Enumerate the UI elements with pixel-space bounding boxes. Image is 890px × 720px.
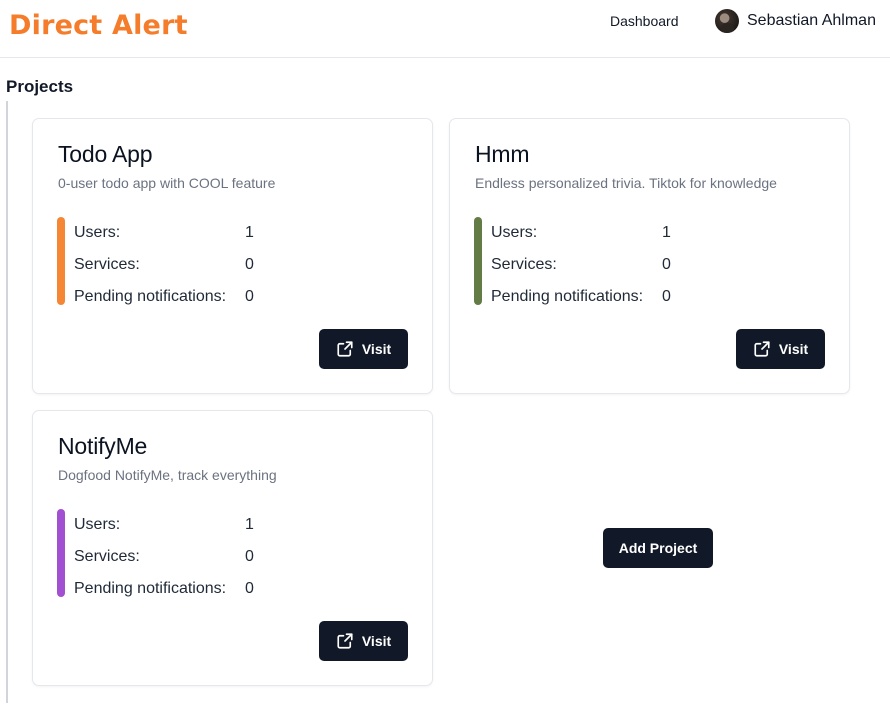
project-title: Hmm	[475, 141, 530, 167]
stat-value: 0	[662, 288, 671, 305]
project-card-todo-app: Todo App 0-user todo app with COOL featu…	[32, 118, 433, 394]
visit-label: Visit	[361, 341, 392, 357]
stat-label: Users:	[74, 224, 121, 241]
project-description: Endless personalized trivia. Tiktok for …	[475, 175, 777, 191]
project-stats: Users: 1 Services: 0 Pending notificatio…	[74, 509, 254, 605]
stat-label: Pending notifications:	[491, 288, 644, 305]
stat-label: Services:	[74, 548, 140, 565]
visit-button[interactable]: Visit	[319, 621, 408, 661]
project-title: Todo App	[58, 141, 153, 167]
stat-value: 0	[245, 288, 254, 305]
avatar[interactable]	[715, 9, 739, 33]
stat-value: 1	[245, 516, 254, 533]
add-project-button[interactable]: Add Project	[603, 528, 713, 568]
stat-row-services: Services: 0	[74, 541, 254, 573]
stat-value: 1	[662, 224, 671, 241]
project-stats: Users: 1 Services: 0 Pending notificatio…	[491, 217, 671, 313]
stat-row-services: Services: 0	[74, 249, 254, 281]
project-title: NotifyMe	[58, 433, 148, 459]
external-link-icon	[753, 340, 771, 358]
stat-value: 0	[245, 256, 254, 273]
project-accent-bar	[474, 217, 482, 305]
stat-label: Pending notifications:	[74, 288, 227, 305]
user-name: Sebastian Ahlman	[747, 12, 876, 29]
stat-value: 0	[662, 256, 671, 273]
stat-row-pending-notifications: Pending notifications: 0	[74, 281, 254, 313]
project-card-notifyme: NotifyMe Dogfood NotifyMe, track everyth…	[32, 410, 433, 686]
visit-button[interactable]: Visit	[736, 329, 825, 369]
stat-label: Services:	[74, 256, 140, 273]
page-title: Projects	[6, 77, 74, 96]
visit-button[interactable]: Visit	[319, 329, 408, 369]
project-card-hmm: Hmm Endless personalized trivia. Tiktok …	[449, 118, 850, 394]
project-accent-bar	[57, 509, 65, 597]
stat-value: 1	[245, 224, 254, 241]
visit-label: Visit	[778, 341, 809, 357]
stat-row-users: Users: 1	[74, 509, 254, 541]
project-stats: Users: 1 Services: 0 Pending notificatio…	[74, 217, 254, 313]
external-link-icon	[336, 632, 354, 650]
stat-value: 0	[245, 580, 254, 597]
project-accent-bar	[57, 217, 65, 305]
stat-row-pending-notifications: Pending notifications: 0	[491, 281, 671, 313]
stat-label: Pending notifications:	[74, 580, 227, 597]
external-link-icon	[336, 340, 354, 358]
stat-row-pending-notifications: Pending notifications: 0	[74, 573, 254, 605]
stat-value: 0	[245, 548, 254, 565]
stat-label: Users:	[74, 516, 121, 533]
user-menu[interactable]: Sebastian Ahlman	[715, 9, 876, 33]
section-divider	[6, 101, 8, 703]
project-description: Dogfood NotifyMe, track everything	[58, 467, 277, 483]
stat-row-services: Services: 0	[491, 249, 671, 281]
brand-logo[interactable]: Direct Alert	[9, 10, 188, 41]
stat-row-users: Users: 1	[491, 217, 671, 249]
top-header: Direct Alert Dashboard Sebastian Ahlman	[0, 0, 890, 58]
nav-dashboard-link[interactable]: Dashboard	[610, 13, 679, 29]
stat-label: Users:	[491, 224, 538, 241]
stat-label: Services:	[491, 256, 557, 273]
visit-label: Visit	[361, 633, 392, 649]
stat-row-users: Users: 1	[74, 217, 254, 249]
project-description: 0-user todo app with COOL feature	[58, 175, 276, 191]
